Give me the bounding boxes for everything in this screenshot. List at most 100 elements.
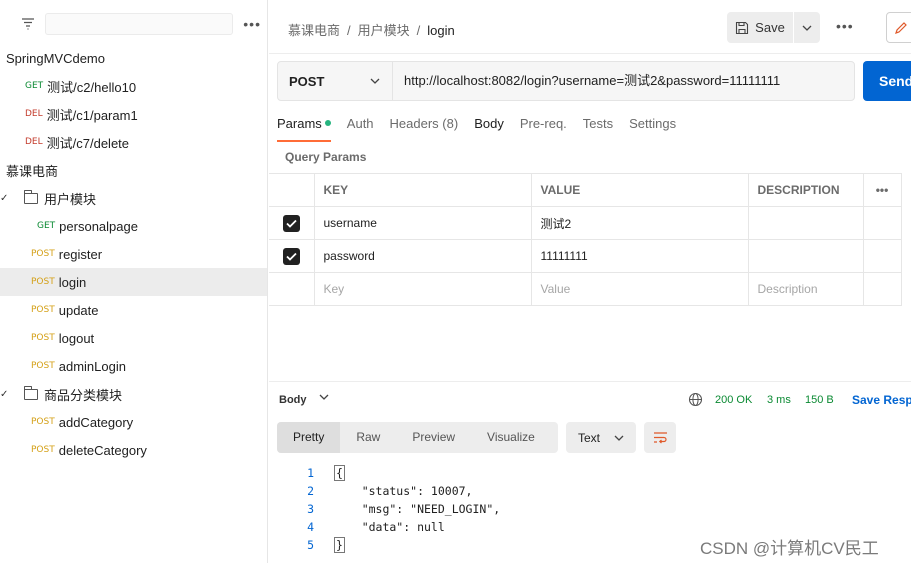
table-header-row: KEY VALUE DESCRIPTION ••• xyxy=(269,173,902,207)
header-description: DESCRIPTION xyxy=(747,173,864,207)
globe-icon[interactable] xyxy=(688,392,703,407)
param-extra xyxy=(862,239,902,273)
method-badge: POST xyxy=(31,249,55,259)
chevron-down-icon[interactable] xyxy=(319,394,329,400)
save-button[interactable]: Save xyxy=(727,12,793,43)
more-options-button[interactable]: ••• xyxy=(836,18,854,34)
breadcrumb-separator: / xyxy=(416,23,421,38)
save-dropdown-button[interactable] xyxy=(794,12,820,43)
request-item[interactable]: POST register xyxy=(0,240,267,268)
request-item[interactable]: POST update xyxy=(0,296,267,324)
method-badge: DEL xyxy=(25,137,43,147)
collection-mooc-shop[interactable]: 慕课电商 xyxy=(0,156,267,184)
value-placeholder[interactable]: Value xyxy=(530,272,749,306)
request-item[interactable]: POST logout xyxy=(0,324,267,352)
chevron-down-icon[interactable]: ✓ xyxy=(0,389,10,400)
param-value[interactable]: 测试2 xyxy=(530,206,749,240)
request-header: 慕课电商 / 用户模块 / login Save ••• xyxy=(269,0,911,54)
request-editor: 慕课电商 / 用户模块 / login Save ••• POST http://loc… xyxy=(269,0,911,563)
collection-springmvcdemo[interactable]: SpringMVCdemo xyxy=(0,44,267,72)
tab-label: Params xyxy=(277,116,322,131)
response-body-code: 1{ 2 "status": 10007, 3 "msg": "NEED_LOG… xyxy=(269,464,500,554)
key-placeholder[interactable]: Key xyxy=(313,272,532,306)
sidebar-more-button[interactable]: ••• xyxy=(243,16,261,32)
method-select[interactable]: POST xyxy=(278,62,393,100)
header-checkbox-cell xyxy=(269,173,315,207)
collection-label: SpringMVCdemo xyxy=(6,50,105,66)
view-tab-preview[interactable]: Preview xyxy=(396,422,471,453)
pencil-icon xyxy=(895,21,907,34)
filter-icon[interactable] xyxy=(18,14,37,34)
response-body-dropdown[interactable]: Body xyxy=(279,394,307,406)
request-label: personalpage xyxy=(59,218,138,234)
response-size: 150 B xyxy=(805,393,834,406)
response-time: 3 ms xyxy=(767,393,791,406)
tab-prereq[interactable]: Pre-req. xyxy=(520,116,567,131)
tab-headers[interactable]: Headers (8) xyxy=(390,116,459,131)
tab-tests[interactable]: Tests xyxy=(583,116,613,131)
folder-user-module[interactable]: ✓ 用户模块 xyxy=(0,184,267,212)
view-tab-raw[interactable]: Raw xyxy=(340,422,396,453)
request-item[interactable]: GET 测试/c2/hello10 xyxy=(0,72,267,100)
description-placeholder[interactable]: Description xyxy=(747,272,864,306)
chevron-down-icon[interactable]: ✓ xyxy=(0,193,10,204)
request-item[interactable]: DEL 测试/c1/param1 xyxy=(0,100,267,128)
request-item[interactable]: POST adminLogin xyxy=(0,352,267,380)
breadcrumb: 慕课电商 / 用户模块 / login xyxy=(288,20,455,39)
collection-tree: SpringMVCdemo GET 测试/c2/hello10 DEL 测试/c… xyxy=(0,44,267,464)
param-extra xyxy=(862,272,902,306)
sidebar-search-input[interactable] xyxy=(45,13,234,35)
request-item[interactable]: POST deleteCategory xyxy=(0,436,267,464)
folder-category-module[interactable]: ✓ 商品分类模块 xyxy=(0,380,267,408)
tab-auth[interactable]: Auth xyxy=(347,116,374,131)
wrap-lines-icon xyxy=(653,432,667,444)
folder-label: 商品分类模块 xyxy=(44,387,123,403)
edit-button[interactable] xyxy=(886,12,911,43)
param-key[interactable]: password xyxy=(313,239,532,273)
request-label: login xyxy=(58,274,87,290)
query-params-table: KEY VALUE DESCRIPTION ••• username 测试2 p… xyxy=(269,173,902,306)
breadcrumb-collection[interactable]: 慕课电商 xyxy=(288,23,340,38)
send-button[interactable]: Send xyxy=(863,61,911,101)
wrap-lines-button[interactable] xyxy=(644,422,676,453)
method-badge: POST xyxy=(31,417,55,427)
view-tab-visualize[interactable]: Visualize xyxy=(471,422,551,453)
table-row: username 测试2 xyxy=(269,206,902,240)
chevron-down-icon xyxy=(370,78,380,84)
tab-settings[interactable]: Settings xyxy=(629,116,676,131)
save-icon xyxy=(736,21,749,34)
checkbox-checked-icon xyxy=(282,214,300,232)
method-badge: GET xyxy=(25,81,44,91)
code-line: 5} xyxy=(269,536,500,554)
view-tab-pretty[interactable]: Pretty xyxy=(277,422,341,453)
format-select[interactable]: Text xyxy=(566,422,636,453)
row-checkbox[interactable] xyxy=(269,206,315,240)
param-key[interactable]: username xyxy=(313,206,532,240)
method-badge: POST xyxy=(31,333,55,343)
request-item[interactable]: GET personalpage xyxy=(0,212,267,240)
request-item-active[interactable]: POST login xyxy=(0,268,267,296)
url-bar: POST http://localhost:8082/login?usernam… xyxy=(277,61,855,101)
tab-body[interactable]: Body xyxy=(474,116,504,131)
save-response-button[interactable]: Save Response xyxy=(852,393,911,407)
request-item[interactable]: POST addCategory xyxy=(0,408,267,436)
request-item[interactable]: DEL 测试/c7/delete xyxy=(0,128,267,156)
save-label: Save xyxy=(755,20,785,35)
method-badge: DEL xyxy=(25,109,43,119)
breadcrumb-folder[interactable]: 用户模块 xyxy=(358,23,410,38)
tab-params[interactable]: Params xyxy=(277,116,331,142)
table-more-button[interactable]: ••• xyxy=(862,173,902,207)
url-input[interactable]: http://localhost:8082/login?username=测试2… xyxy=(393,62,780,100)
table-row: password 11111111 xyxy=(269,239,902,273)
code-line: 1{ xyxy=(269,464,500,482)
param-description[interactable] xyxy=(747,239,864,273)
sidebar-toolbar: ••• xyxy=(0,0,267,48)
row-checkbox[interactable] xyxy=(269,239,315,273)
request-label: register xyxy=(58,246,103,262)
param-description[interactable] xyxy=(747,206,864,240)
request-label: deleteCategory xyxy=(58,442,147,458)
code-line: 2 "status": 10007, xyxy=(269,482,500,500)
code-text: "status": 10007, xyxy=(334,484,473,498)
param-value[interactable]: 11111111 xyxy=(530,239,749,273)
status-code: 200 OK xyxy=(715,393,753,406)
